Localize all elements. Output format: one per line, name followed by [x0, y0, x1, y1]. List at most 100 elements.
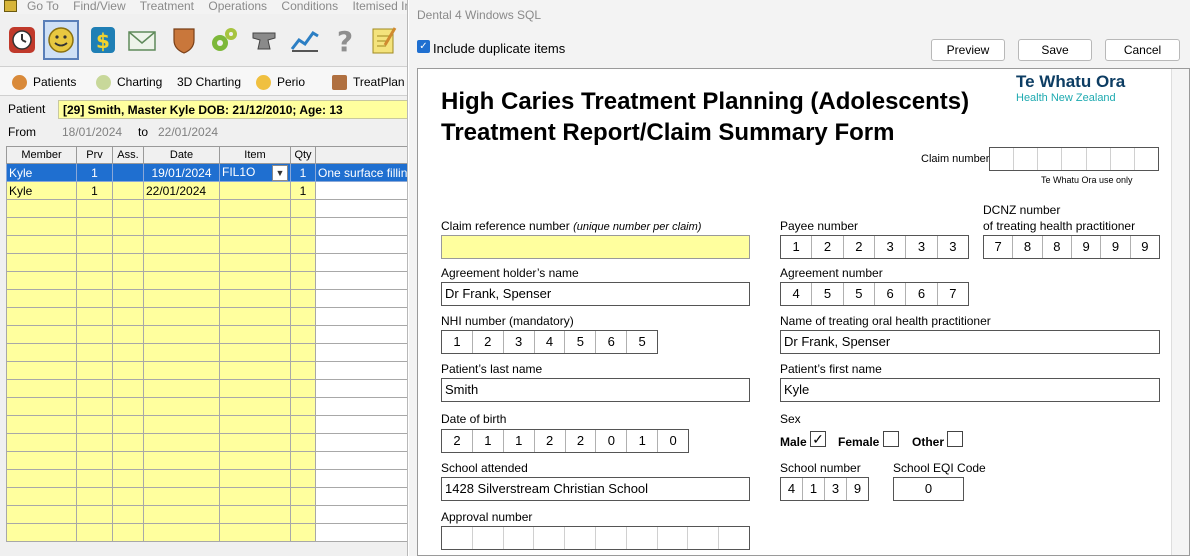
empty-cell[interactable] — [76, 433, 113, 452]
empty-cell[interactable] — [6, 289, 77, 308]
empty-cell[interactable] — [6, 415, 77, 434]
col-description[interactable] — [315, 146, 407, 164]
table-row[interactable] — [6, 235, 407, 254]
cell-item[interactable] — [219, 181, 291, 200]
table-row[interactable] — [6, 289, 407, 308]
empty-cell[interactable] — [76, 505, 113, 524]
empty-cell[interactable] — [76, 487, 113, 506]
empty-cell[interactable] — [6, 253, 77, 272]
col-date[interactable]: Date — [143, 146, 220, 164]
cell-qty[interactable]: 1 — [290, 163, 316, 182]
save-button[interactable]: Save — [1018, 39, 1092, 61]
empty-cell[interactable] — [76, 235, 113, 254]
other-checkbox[interactable] — [947, 431, 963, 447]
table-row[interactable]: Kyle 1 19/01/2024 ▼ FIL1O 1 One surface f… — [6, 163, 407, 182]
table-row[interactable] — [6, 343, 407, 362]
empty-cell[interactable] — [6, 217, 77, 236]
empty-cell[interactable] — [290, 397, 316, 416]
table-row[interactable] — [6, 487, 407, 506]
empty-cell[interactable] — [112, 271, 144, 290]
male-checkbox[interactable]: ✓ — [810, 431, 826, 447]
empty-cell[interactable] — [315, 235, 407, 254]
empty-cell[interactable] — [112, 415, 144, 434]
envelope-icon[interactable] — [124, 20, 160, 60]
to-date-field[interactable]: 22/01/2024 — [154, 122, 226, 141]
empty-cell[interactable] — [315, 379, 407, 398]
empty-cell[interactable] — [6, 451, 77, 470]
empty-cell[interactable] — [6, 487, 77, 506]
empty-cell[interactable] — [6, 199, 77, 218]
dob-field[interactable]: 2 1 1 2 2 0 1 0 — [441, 429, 689, 453]
menu-find-view[interactable]: Find/View — [73, 0, 125, 13]
question-icon[interactable]: ? — [327, 20, 363, 60]
empty-cell[interactable] — [219, 379, 291, 398]
empty-cell[interactable] — [76, 379, 113, 398]
nhi-number-field[interactable]: 1 2 3 4 5 6 5 — [441, 330, 658, 354]
cell-qty[interactable]: 1 — [290, 181, 316, 200]
empty-cell[interactable] — [219, 289, 291, 308]
gears-icon[interactable] — [206, 20, 242, 60]
empty-cell[interactable] — [112, 343, 144, 362]
empty-cell[interactable] — [290, 433, 316, 452]
form-viewport[interactable]: High Caries Treatment Planning (Adolesce… — [417, 68, 1190, 556]
cell-member[interactable]: Kyle — [6, 181, 77, 200]
claim-number-field[interactable] — [989, 147, 1159, 171]
empty-cell[interactable] — [315, 361, 407, 380]
empty-cell[interactable] — [315, 451, 407, 470]
empty-cell[interactable] — [290, 343, 316, 362]
empty-cell[interactable] — [76, 361, 113, 380]
empty-cell[interactable] — [112, 433, 144, 452]
school-eqi-input[interactable]: 0 — [893, 477, 964, 501]
empty-cell[interactable] — [290, 469, 316, 488]
empty-cell[interactable] — [143, 415, 220, 434]
table-row[interactable] — [6, 325, 407, 344]
empty-cell[interactable] — [76, 271, 113, 290]
empty-cell[interactable] — [315, 343, 407, 362]
notepad-icon[interactable] — [366, 20, 402, 60]
empty-cell[interactable] — [315, 325, 407, 344]
empty-cell[interactable] — [112, 451, 144, 470]
menu-treatment[interactable]: Treatment — [140, 0, 194, 13]
empty-cell[interactable] — [290, 523, 316, 542]
from-date-field[interactable]: 18/01/2024 — [58, 122, 130, 141]
first-name-input[interactable]: Kyle — [780, 378, 1160, 402]
empty-cell[interactable] — [112, 469, 144, 488]
empty-cell[interactable] — [219, 253, 291, 272]
empty-cell[interactable] — [290, 289, 316, 308]
empty-cell[interactable] — [315, 505, 407, 524]
empty-cell[interactable] — [6, 271, 77, 290]
empty-cell[interactable] — [219, 469, 291, 488]
empty-cell[interactable] — [219, 487, 291, 506]
table-row[interactable] — [6, 217, 407, 236]
empty-cell[interactable] — [290, 505, 316, 524]
empty-cell[interactable] — [76, 343, 113, 362]
table-row[interactable] — [6, 307, 407, 326]
empty-cell[interactable] — [219, 271, 291, 290]
table-row[interactable] — [6, 433, 407, 452]
empty-cell[interactable] — [112, 505, 144, 524]
table-row[interactable]: Kyle 1 22/01/2024 1 — [6, 181, 407, 200]
empty-cell[interactable] — [219, 235, 291, 254]
empty-cell[interactable] — [290, 253, 316, 272]
empty-cell[interactable] — [315, 415, 407, 434]
table-row[interactable] — [6, 523, 407, 542]
empty-cell[interactable] — [76, 469, 113, 488]
cell-date[interactable]: 19/01/2024 — [143, 163, 220, 182]
empty-cell[interactable] — [315, 397, 407, 416]
include-duplicates-checkbox[interactable]: ✓ — [417, 40, 430, 53]
cell-description[interactable] — [315, 181, 407, 200]
empty-cell[interactable] — [143, 397, 220, 416]
smiley-icon[interactable] — [43, 20, 79, 60]
nav-perio[interactable]: Perio — [256, 69, 305, 95]
table-row[interactable] — [6, 451, 407, 470]
empty-cell[interactable] — [143, 235, 220, 254]
empty-cell[interactable] — [76, 307, 113, 326]
table-row[interactable] — [6, 505, 407, 524]
school-input[interactable]: 1428 Silverstream Christian School — [441, 477, 750, 501]
empty-cell[interactable] — [6, 433, 77, 452]
empty-cell[interactable] — [143, 217, 220, 236]
empty-cell[interactable] — [6, 361, 77, 380]
empty-cell[interactable] — [315, 523, 407, 542]
empty-cell[interactable] — [143, 307, 220, 326]
empty-cell[interactable] — [6, 343, 77, 362]
